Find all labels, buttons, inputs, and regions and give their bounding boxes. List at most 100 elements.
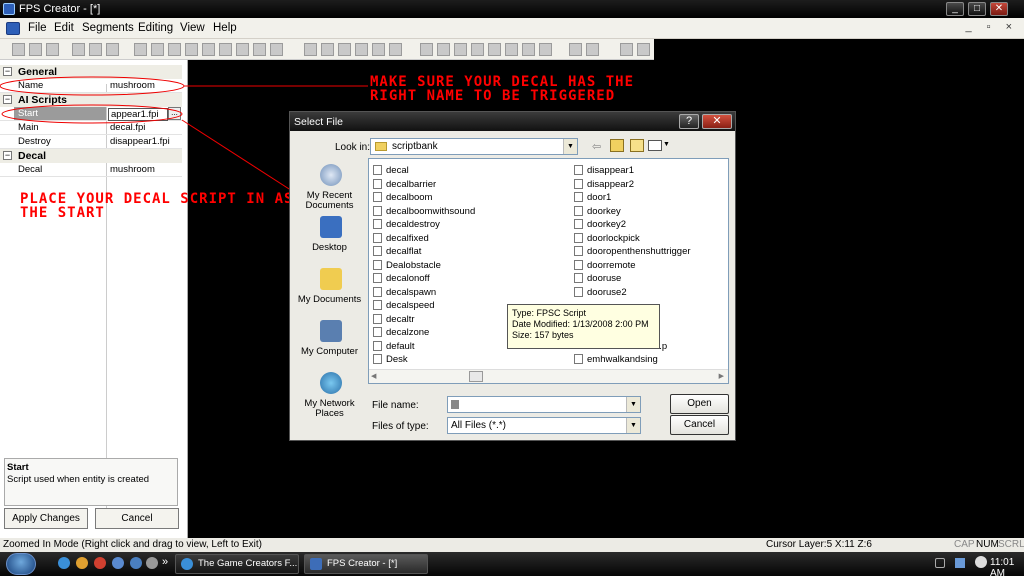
place-desktop[interactable]: Desktop (296, 243, 363, 253)
list-item[interactable]: doorremote (574, 259, 636, 273)
script-file-icon (574, 354, 583, 364)
recent-documents-icon (320, 164, 342, 186)
place-recent[interactable]: My Recent Documents (296, 191, 363, 211)
files-of-type-label: Files of type: (372, 421, 429, 432)
list-item[interactable]: disappear2 (574, 178, 634, 192)
new-folder-icon[interactable] (630, 139, 644, 152)
status-bar: Zoomed In Mode (Right click and drag to … (0, 538, 1024, 552)
status-mode: Zoomed In Mode (Right click and drag to … (3, 539, 263, 550)
quicklaunch-icon[interactable] (146, 557, 158, 569)
network-tray-icon[interactable] (955, 558, 965, 568)
list-item[interactable]: dooruse (574, 273, 621, 286)
chevron-down-icon[interactable]: ▼ (626, 397, 640, 412)
script-file-icon (373, 192, 382, 202)
quicklaunch-icon[interactable] (112, 557, 124, 569)
list-item[interactable]: decalonoff (373, 273, 430, 286)
script-file-icon (574, 219, 583, 229)
taskbar-item-browser[interactable]: The Game Creators F... (175, 554, 299, 574)
scroll-right-icon[interactable]: ▶ (719, 372, 724, 380)
annotation-left-line2: THE START (20, 205, 105, 221)
file-list[interactable]: decal decalbarrier decalboom decalboomwi… (368, 158, 729, 384)
chevron-down-icon[interactable]: ▼ (663, 141, 670, 148)
quicklaunch-icon[interactable] (130, 557, 142, 569)
list-item[interactable]: decaldestroy (373, 219, 440, 232)
horizontal-scrollbar[interactable]: ◀ ▶ (369, 369, 728, 383)
start-highlight-ellipse (1, 104, 183, 124)
open-button[interactable]: Open (670, 394, 729, 414)
browser-icon (181, 558, 193, 570)
start-button[interactable] (6, 553, 36, 575)
annotation-top-line2: RIGHT NAME TO BE TRIGGERED (370, 88, 616, 104)
list-item[interactable]: Desk (373, 354, 408, 367)
list-item[interactable]: decalbarrier (373, 178, 436, 192)
clock[interactable]: 11:01 AM (990, 557, 1024, 576)
script-file-icon (373, 219, 382, 229)
script-file-icon (373, 286, 382, 297)
list-item[interactable]: doorkey2 (574, 219, 626, 232)
list-item[interactable]: doorlockpick (574, 232, 640, 246)
list-item[interactable]: emhwalkandsing (574, 354, 658, 367)
quicklaunch-icon[interactable] (76, 557, 88, 569)
list-item[interactable]: door1 (574, 192, 611, 205)
folder-icon (375, 142, 387, 151)
script-file-icon (373, 300, 382, 310)
script-file-icon (373, 205, 382, 216)
files-of-type-select[interactable]: All Files (*.*) ▼ (447, 417, 641, 434)
list-item[interactable]: decal (373, 165, 409, 178)
script-file-icon (574, 286, 583, 297)
list-item[interactable]: default (373, 340, 415, 354)
script-file-icon (574, 205, 583, 216)
list-item[interactable]: dooruse2 (574, 286, 627, 300)
place-network[interactable]: My Network Places (296, 399, 363, 419)
back-icon[interactable]: ⇦ (592, 140, 601, 153)
dialog-close-button[interactable]: ✕ (702, 114, 732, 129)
list-item[interactable]: Dealobstacle (373, 259, 441, 273)
help-button[interactable]: ? (679, 114, 699, 129)
list-item[interactable]: decalboom (373, 192, 432, 205)
my-documents-icon (320, 268, 342, 290)
tooltip-size: Size: 157 bytes (512, 330, 574, 340)
tray-icon[interactable] (935, 558, 945, 568)
list-item[interactable]: decalspawn (373, 286, 436, 300)
list-item[interactable]: disappear1 (574, 165, 634, 178)
view-menu-icon[interactable] (648, 140, 662, 151)
dialog-title: Select File (294, 116, 344, 128)
dialog-cancel-button[interactable]: Cancel (670, 415, 729, 435)
up-folder-icon[interactable] (610, 139, 624, 152)
script-file-icon (373, 178, 382, 189)
my-computer-icon (320, 320, 342, 342)
script-file-icon (574, 232, 583, 243)
text-cursor (451, 400, 459, 409)
script-file-icon (373, 246, 382, 256)
scroll-thumb[interactable] (469, 371, 483, 382)
list-item[interactable]: doorkey (574, 205, 621, 219)
status-cursor: Cursor Layer:5 X:11 Z:6 (766, 539, 872, 550)
annotation-connector (181, 119, 301, 197)
app-icon (310, 558, 322, 570)
list-item[interactable]: decalboomwithsound (373, 205, 475, 219)
list-item[interactable]: decalflat (373, 246, 421, 259)
list-item[interactable]: decalfixed (373, 232, 429, 246)
taskbar-item-fps-creator[interactable]: FPS Creator - [*] (304, 554, 428, 574)
place-my-computer[interactable]: My Computer (296, 347, 363, 357)
list-item[interactable]: decalspeed (373, 300, 435, 313)
network-icon (320, 372, 342, 394)
place-my-documents[interactable]: My Documents (296, 295, 363, 305)
script-file-icon (373, 354, 382, 364)
files-of-type-value: All Files (*.*) (451, 420, 507, 431)
script-file-icon (574, 178, 583, 189)
volume-icon[interactable] (975, 556, 987, 568)
name-highlight-ellipse (0, 76, 185, 96)
list-item[interactable]: dooropenthenshuttrigger (574, 246, 691, 259)
scroll-left-icon[interactable]: ◀ (371, 372, 376, 380)
script-file-icon (574, 273, 583, 283)
list-item[interactable]: decalzone (373, 327, 429, 340)
list-item[interactable]: decaltr (373, 313, 415, 327)
chevron-down-icon[interactable]: ▼ (626, 418, 640, 433)
quicklaunch-icon[interactable] (94, 557, 106, 569)
browser-icon[interactable] (58, 557, 70, 569)
chevron-down-icon[interactable]: ▼ (563, 139, 577, 154)
overflow-chevron[interactable]: » (162, 556, 168, 568)
look-in-select[interactable]: scriptbank ▼ (370, 138, 578, 155)
file-name-field[interactable]: ▼ (447, 396, 641, 413)
